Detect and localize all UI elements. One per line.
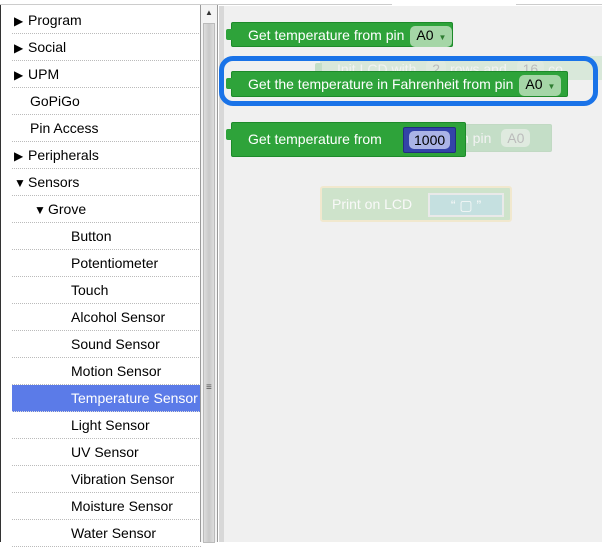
collapsed-arrow-icon[interactable]: ▶ [14,62,28,88]
sidebar-item-pin-access[interactable]: Pin Access [12,115,201,142]
toolbox-scrollbar[interactable]: ▲ ≡ [200,5,218,543]
sidebar-item-label: Potentiometer [71,255,159,271]
pin-dropdown: A0 [501,129,531,147]
sidebar-item-label: Program [28,12,82,28]
label: Print on LCD [332,196,413,212]
sidebar-item-label: UV Sensor [71,444,139,460]
sidebar-item-motion-sensor[interactable]: Motion Sensor [12,358,201,385]
scroll-thumb[interactable]: ≡ [203,23,215,543]
sidebar-item-sensors[interactable]: ▼ Sensors [12,169,201,196]
get-fahrenheit-block[interactable]: Get the temperature in Fahrenheit from p… [225,71,569,97]
sidebar-item-label: Touch [71,282,109,298]
pin-value: A0 [416,27,434,43]
print-on-lcd-block-faded: Print on LCD “ ▢ ” [320,186,512,222]
collapsed-arrow-icon[interactable]: ▶ [14,8,28,34]
sidebar-item-label: Vibration Sensor [71,471,175,487]
sidebar-item-social[interactable]: ▶ Social [12,34,201,61]
sidebar-item-uv-sensor[interactable]: UV Sensor [12,439,201,466]
sidebar-item-upm[interactable]: ▶ UPM [12,61,201,88]
sidebar-item-potentiometer[interactable]: Potentiometer [12,250,201,277]
grip-icon: ≡ [206,382,212,393]
sidebar-item-light-sensor[interactable]: Light Sensor [12,412,201,439]
sidebar-item-label: Temperature Sensor [71,390,198,406]
block-label: Get temperature from [248,131,382,147]
sidebar-item-label: Sensors [28,174,80,190]
sidebar-item-temperature-sensor[interactable]: Temperature Sensor [12,385,201,412]
pin-value: A0 [525,76,543,92]
sidebar-item-label: Social [28,39,67,55]
sidebar-item-moisture-sensor[interactable]: Moisture Sensor [12,493,201,520]
pin-dropdown[interactable]: A0 ▼ [519,75,562,96]
number-block[interactable]: 1000 [403,127,457,153]
sidebar-item-label: Motion Sensor [71,363,162,379]
quote: “ [450,197,456,213]
sidebar-item-label: Peripherals [28,147,99,163]
sidebar-item-vibration-sensor[interactable]: Vibration Sensor [12,466,201,493]
sidebar-item-label: GoPiGo [30,93,80,109]
sidebar-item-label: Moisture Sensor [71,498,173,514]
block-label: Get the temperature in Fahrenheit from p… [248,76,514,92]
sidebar-item-program[interactable]: ▶ Program [12,7,201,34]
dropdown-arrow-icon: ▼ [438,33,447,42]
sidebar-item-label: Grove [48,201,87,217]
sidebar-item-label: Sound Sensor [71,336,160,352]
sidebar-item-button[interactable]: Button [12,223,201,250]
sidebar-item-label: Alcohol Sensor [71,309,166,325]
sidebar-item-grove[interactable]: ▼ Grove [12,196,201,223]
collapsed-arrow-icon[interactable]: ▶ [14,143,28,169]
sidebar-item-label: Pin Access [30,120,99,136]
sidebar-item-peripherals[interactable]: ▶ Peripherals [12,142,201,169]
expanded-arrow-icon[interactable]: ▼ [14,170,28,196]
block-label: Get temperature from pin [248,27,405,43]
sidebar-item-label: Light Sensor [71,417,150,433]
sidebar-item-touch[interactable]: Touch [12,277,201,304]
pin-dropdown[interactable]: A0 ▼ [410,26,453,47]
scroll-up-icon[interactable]: ▲ [205,8,213,17]
number-value[interactable]: 1000 [409,131,451,149]
toolbox-sidebar: ▶ Program ▶ Social ▶ UPM GoPiGo Pin Access ▶ Peri… [0,5,201,547]
sidebar-item-sound-sensor[interactable]: Sound Sensor [12,331,201,358]
quote: ” [476,197,482,213]
sidebar-item-label: Button [71,228,112,244]
sidebar-item-label: Water Sensor [71,525,157,541]
sidebar-item-gopigo[interactable]: GoPiGo [12,88,201,115]
sidebar-item-label: UPM [28,66,60,82]
collapsed-arrow-icon[interactable]: ▶ [14,35,28,61]
sidebar-item-water-sensor[interactable]: Water Sensor [12,520,201,547]
get-temperature-block[interactable]: Get temperature from pin A0 ▼ [225,22,454,47]
sidebar-item-alcohol-sensor[interactable]: Alcohol Sensor [12,304,201,331]
string-block: “ ▢ ” [428,193,504,217]
dropdown-arrow-icon: ▼ [547,82,556,91]
expanded-arrow-icon[interactable]: ▼ [34,197,48,223]
